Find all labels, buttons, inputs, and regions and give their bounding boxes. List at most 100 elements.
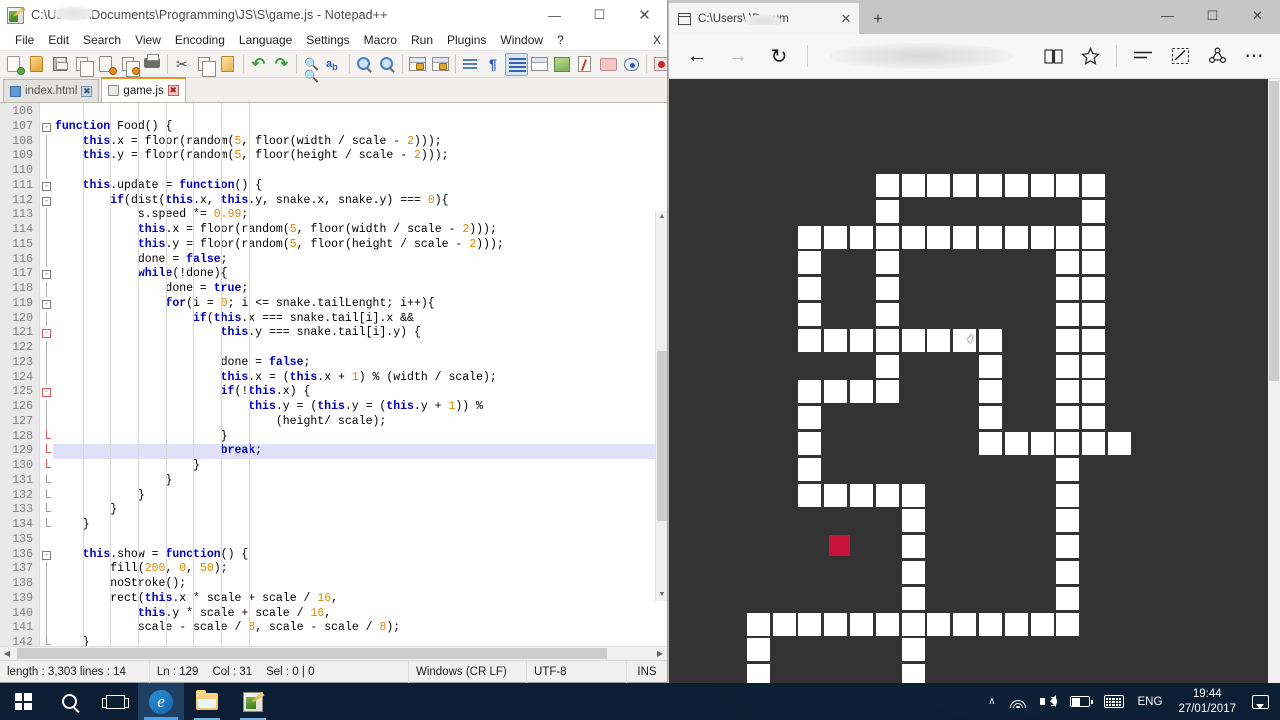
notepad-plus-plus-taskbar-button[interactable] — [230, 683, 276, 720]
code-line[interactable]: s.speed *= 0.99; — [53, 208, 667, 223]
fold-marker[interactable] — [40, 444, 53, 459]
snake-game-canvas[interactable] — [669, 79, 1269, 683]
code-line[interactable]: this.y = (this.y = (this.y + 1)) % — [53, 400, 667, 415]
code-line[interactable]: if(!this.x) { — [53, 385, 667, 400]
code-line[interactable] — [53, 164, 667, 179]
volume-button[interactable] — [1033, 683, 1063, 720]
fold-marker[interactable] — [40, 473, 53, 489]
monitoring-icon[interactable] — [620, 53, 643, 76]
menu-item-encoding[interactable]: Encoding — [168, 30, 232, 51]
code-line[interactable]: if(dist(this.x, this.y, snake.x, snake.y… — [53, 194, 667, 209]
fold-marker[interactable]: - — [40, 267, 53, 282]
redo-icon[interactable]: ↷ — [270, 53, 293, 76]
fold-marker[interactable] — [40, 252, 53, 268]
tab-close-icon[interactable]: ✕ — [839, 11, 853, 27]
horizontal-scroll-track[interactable] — [14, 647, 653, 660]
file-explorer-taskbar-button[interactable] — [184, 683, 230, 720]
code-line[interactable]: fill(200, 0, 50); — [53, 562, 667, 577]
code-line[interactable]: while(!done){ — [53, 267, 667, 282]
forward-button[interactable]: → — [719, 39, 757, 73]
fold-marker[interactable] — [40, 518, 53, 533]
fold-marker[interactable]: - — [40, 297, 53, 312]
word-wrap-icon[interactable] — [459, 53, 482, 76]
hub-icon[interactable] — [1126, 39, 1160, 73]
language-indicator[interactable]: ENG — [1131, 683, 1170, 720]
notepad-title-bar[interactable]: C:\Users\ \Documents\Programming\JS\S\ga… — [0, 0, 667, 30]
refresh-button[interactable]: ↻ — [760, 39, 798, 73]
fold-marker[interactable] — [40, 533, 53, 548]
tab-close-icon[interactable]: ✖ — [167, 85, 179, 96]
scroll-right-arrow[interactable]: ▶ — [653, 647, 667, 660]
fold-marker[interactable] — [40, 621, 53, 636]
code-line[interactable]: done = true; — [53, 282, 667, 297]
fold-marker[interactable] — [40, 237, 53, 253]
search-button[interactable] — [46, 683, 92, 720]
close-button[interactable]: ✕ — [622, 0, 667, 30]
code-line[interactable]: } — [53, 489, 667, 504]
action-center-button[interactable] — [1245, 683, 1276, 720]
print-icon[interactable] — [141, 53, 164, 76]
show-all-chars-icon[interactable]: ¶ — [482, 53, 505, 76]
fold-marker[interactable] — [40, 503, 53, 518]
code-line[interactable]: } — [53, 459, 667, 474]
fold-marker[interactable] — [40, 488, 53, 504]
code-line[interactable]: this.show = function() { — [53, 548, 667, 563]
code-line[interactable]: } — [53, 518, 667, 533]
menu-item-search[interactable]: Search — [76, 30, 128, 51]
browser-page-content[interactable] — [669, 79, 1280, 683]
fold-marker[interactable] — [40, 370, 53, 386]
edge-taskbar-button[interactable]: e — [138, 683, 184, 720]
page-vertical-scrollbar[interactable] — [1268, 79, 1280, 683]
menu-item-settings[interactable]: Settings — [299, 30, 356, 51]
keyboard-button[interactable] — [1097, 683, 1131, 720]
code-line[interactable] — [53, 341, 667, 356]
menu-item-run[interactable]: Run — [404, 30, 440, 51]
fold-marker[interactable] — [40, 400, 53, 415]
save-icon[interactable] — [49, 53, 72, 76]
tab-index-html[interactable]: index.html ✖ — [3, 79, 100, 102]
fold-marker[interactable]: - — [40, 120, 53, 135]
fold-marker[interactable] — [40, 591, 53, 607]
code-line[interactable]: this.y = floor(random(5, floor(height / … — [53, 149, 667, 164]
menu-item-file[interactable]: File — [8, 30, 41, 51]
favorite-star-icon[interactable] — [1073, 39, 1107, 73]
fold-marker[interactable] — [40, 341, 53, 356]
close-button[interactable]: ✕ — [1235, 0, 1280, 31]
code-line[interactable]: this.y === snake.tail[i].y) { — [53, 326, 667, 341]
close-file-icon[interactable] — [95, 53, 118, 76]
fold-marker[interactable] — [40, 459, 53, 474]
fold-marker[interactable] — [40, 429, 53, 445]
fold-marker[interactable] — [40, 208, 53, 223]
code-line[interactable]: } — [53, 503, 667, 518]
fold-marker[interactable] — [40, 577, 53, 592]
more-options-icon[interactable]: ⋯ — [1237, 39, 1271, 73]
fold-marker[interactable] — [40, 105, 53, 120]
wifi-button[interactable] — [1003, 683, 1033, 720]
scroll-left-arrow[interactable]: ◀ — [0, 647, 14, 660]
code-line[interactable]: this.y = floor(random(5, floor(height / … — [53, 238, 667, 253]
code-line[interactable]: this.x = floor(random(5, floor(width / s… — [53, 223, 667, 238]
new-tab-button[interactable]: + — [859, 3, 897, 34]
code-line[interactable]: } — [53, 430, 667, 445]
code-line[interactable]: } — [53, 636, 667, 646]
code-line[interactable]: function Food() { — [53, 120, 667, 135]
share-icon[interactable] — [1200, 39, 1234, 73]
fold-marker[interactable]: - — [40, 326, 53, 341]
fold-marker[interactable] — [40, 223, 53, 238]
vertical-scroll-thumb[interactable] — [657, 351, 667, 521]
fold-marker[interactable] — [40, 414, 53, 430]
zoom-out-icon[interactable] — [376, 53, 399, 76]
code-line[interactable]: if(this.x === snake.tail[i].x && — [53, 312, 667, 327]
indent-guide-icon[interactable] — [505, 52, 528, 76]
code-line[interactable]: this.x = floor(random(5, floor(width / s… — [53, 135, 667, 150]
sync-vertical-icon[interactable] — [406, 53, 429, 76]
replace-icon[interactable]: ab — [323, 53, 346, 76]
code-line[interactable]: break; — [53, 444, 667, 459]
horizontal-scroll-thumb[interactable] — [17, 648, 607, 659]
fold-marker[interactable]: - — [40, 179, 53, 194]
code-line[interactable] — [53, 533, 667, 548]
address-bar[interactable] — [817, 41, 1033, 71]
code-line[interactable] — [53, 105, 667, 120]
menu-item-language[interactable]: Language — [232, 30, 299, 51]
zoom-in-icon[interactable] — [353, 53, 376, 76]
